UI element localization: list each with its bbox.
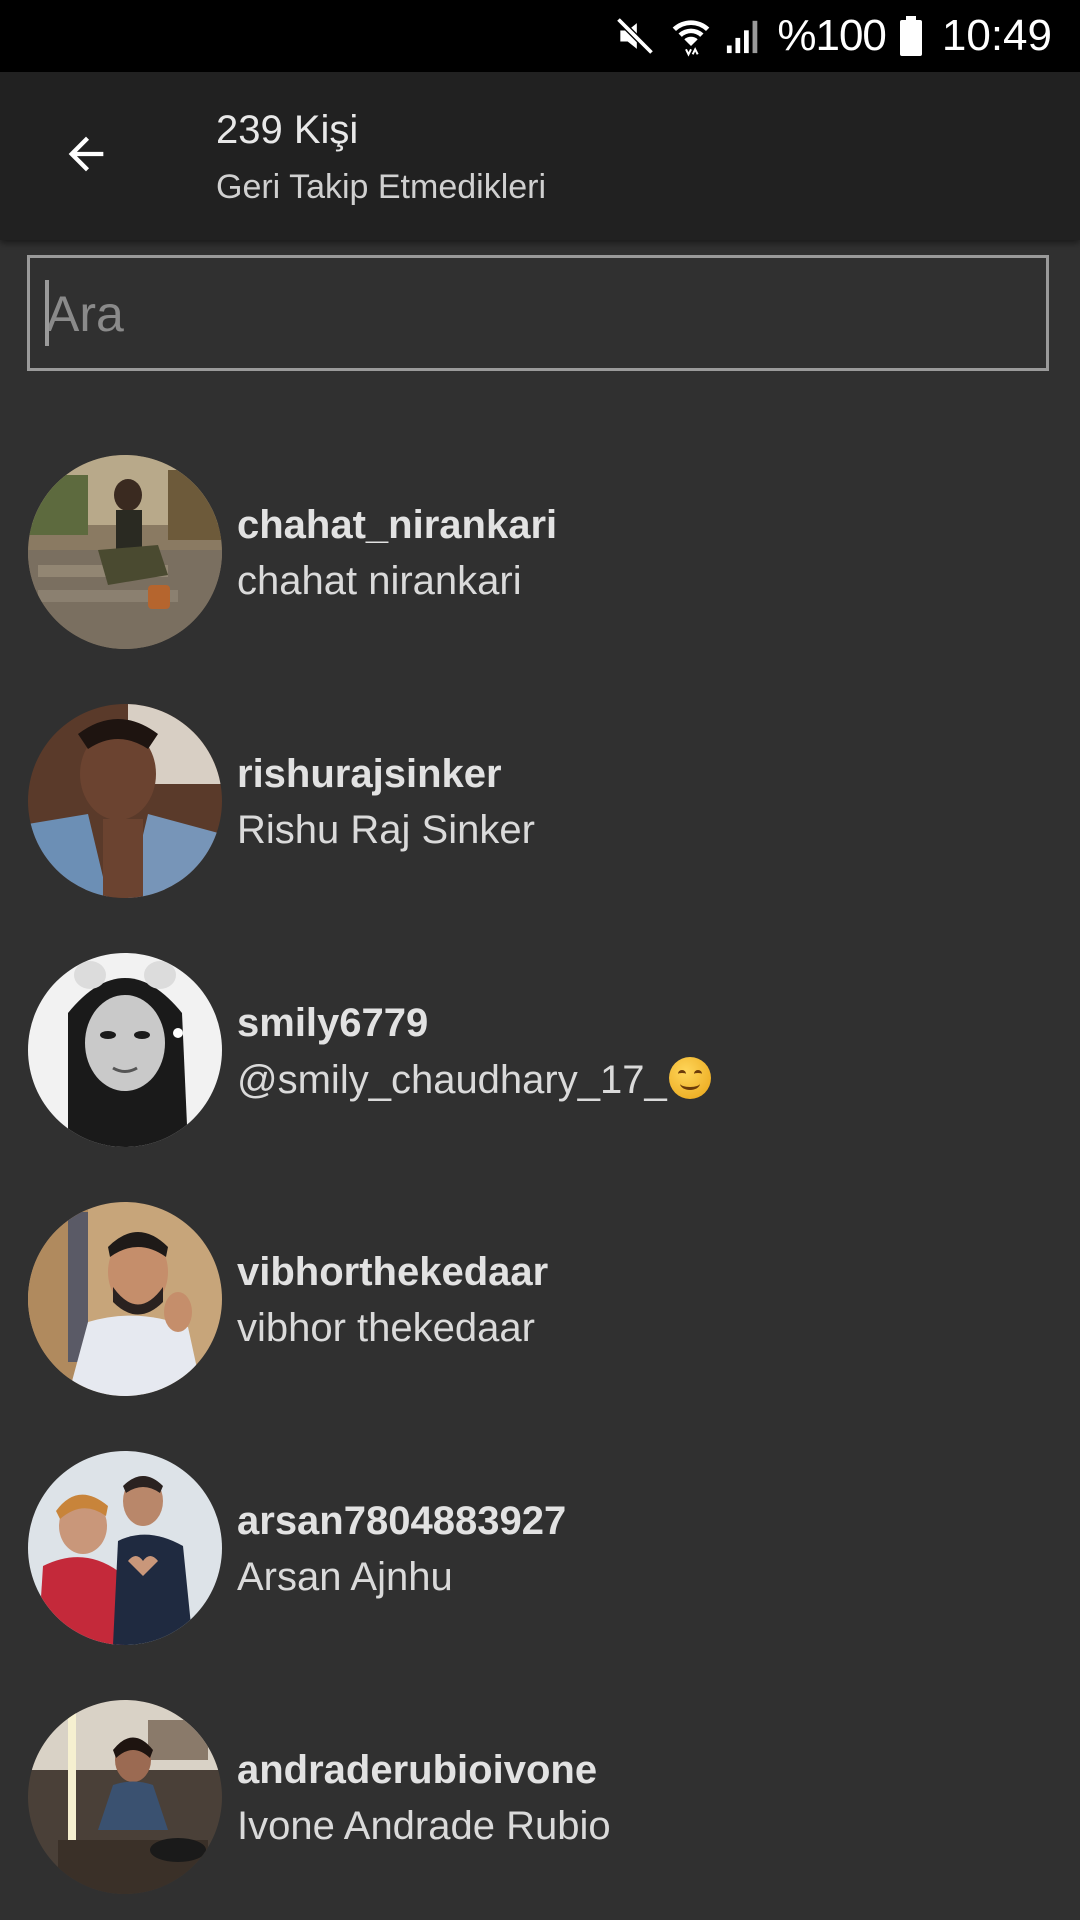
battery-icon <box>899 16 922 56</box>
username: vibhorthekedaar <box>237 1250 549 1294</box>
text-cursor <box>45 280 49 346</box>
full-name: Arsan Ajnhu <box>237 1555 453 1599</box>
page-subtitle: Geri Takip Etmedikleri <box>216 168 547 206</box>
full-name: chahat nirankari <box>237 559 522 603</box>
signal-icon <box>725 16 763 56</box>
avatar <box>28 1202 222 1396</box>
battery-percent: %100 <box>777 11 887 60</box>
search-input[interactable] <box>44 258 1028 370</box>
list-item[interactable]: andraderubioivone Ivone Andrade Rubio <box>0 1700 1080 1920</box>
list-item[interactable]: vibhorthekedaar vibhor thekedaar <box>0 1202 1080 1451</box>
back-button[interactable] <box>40 110 132 202</box>
status-bar: %100 10:49 <box>0 0 1080 72</box>
avatar <box>28 704 222 898</box>
list-item[interactable]: smily6779 @smily_chaudhary_17_ <box>0 953 1080 1202</box>
full-name-text: @smily_chaudhary_17_ <box>237 1058 667 1102</box>
app-bar: 239 Kişi Geri Takip Etmedikleri <box>0 72 1080 240</box>
wifi-icon <box>671 14 711 58</box>
username: chahat_nirankari <box>237 503 558 547</box>
avatar <box>28 1451 222 1645</box>
mute-icon <box>613 14 657 58</box>
list-item[interactable]: arsan7804883927 Arsan Ajnhu <box>0 1451 1080 1700</box>
full-name: Rishu Raj Sinker <box>237 808 535 852</box>
username: rishurajsinker <box>237 752 502 796</box>
smiling-face-emoji-icon <box>668 1057 711 1099</box>
arrow-back-icon <box>60 128 112 185</box>
search-box <box>27 255 1049 371</box>
avatar <box>28 953 222 1147</box>
clock: 10:49 <box>941 11 1052 60</box>
avatar <box>28 1700 222 1894</box>
username: smily6779 <box>237 1001 429 1045</box>
page-title: 239 Kişi <box>216 108 359 152</box>
avatar <box>28 455 222 649</box>
full-name: vibhor thekedaar <box>237 1306 535 1350</box>
full-name: Ivone Andrade Rubio <box>237 1804 611 1848</box>
full-name: @smily_chaudhary_17_ <box>237 1057 711 1103</box>
status-icons: %100 10:49 <box>613 0 1052 72</box>
list-item[interactable]: chahat_nirankari chahat nirankari <box>0 455 1080 704</box>
username: andraderubioivone <box>237 1748 598 1792</box>
list-item[interactable]: rishurajsinker Rishu Raj Sinker <box>0 704 1080 953</box>
username: arsan7804883927 <box>237 1499 567 1543</box>
user-list[interactable]: chahat_nirankari chahat nirankari rishur… <box>0 372 1080 1920</box>
